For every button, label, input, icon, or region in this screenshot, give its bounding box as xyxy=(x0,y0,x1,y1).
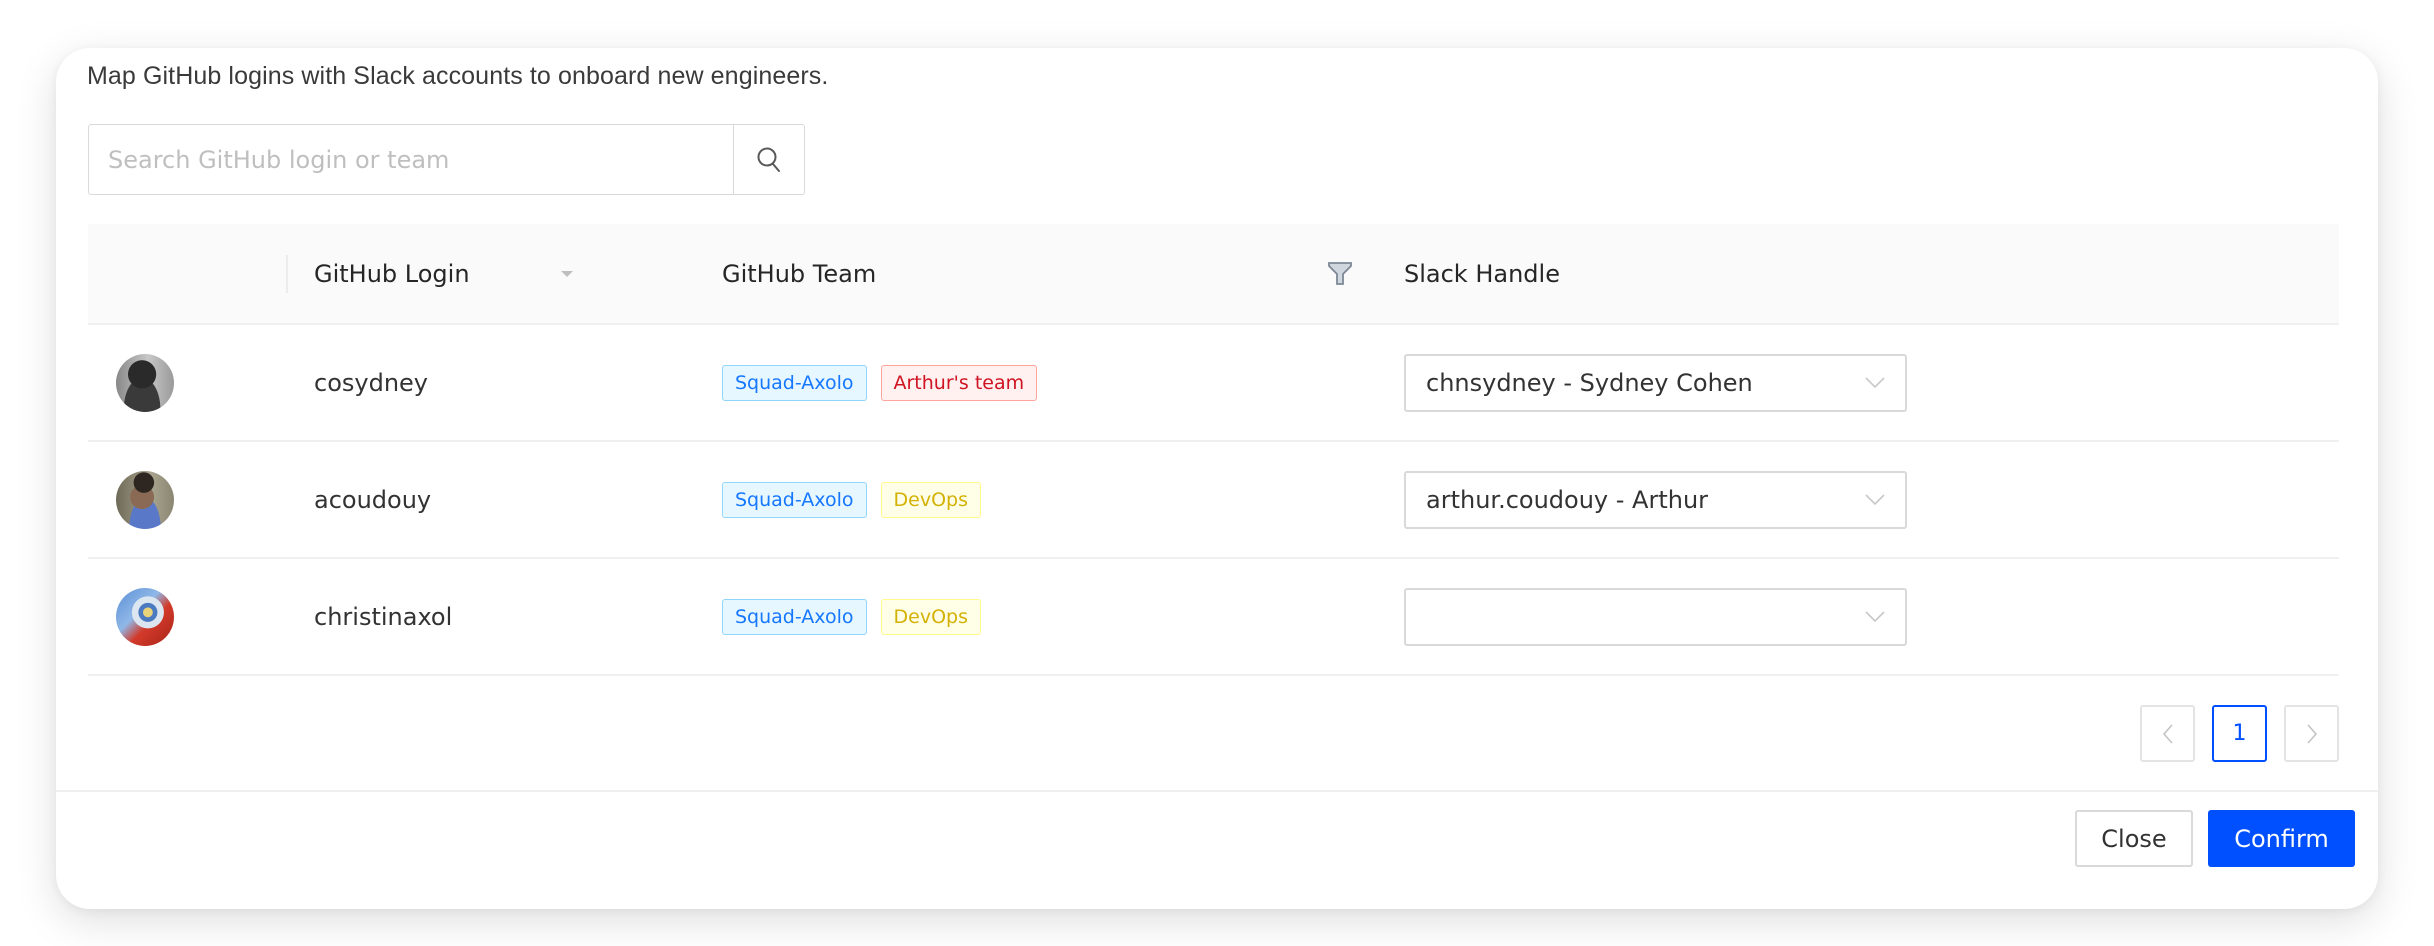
avatar xyxy=(116,587,174,646)
avatar xyxy=(116,470,174,529)
team-tag: Squad-Axolo xyxy=(722,481,867,518)
column-label: GitHub Login xyxy=(314,259,470,288)
filter-icon xyxy=(1328,261,1352,285)
select-value: chnsydney - Sydney Cohen xyxy=(1426,368,1753,397)
modal-description: Map GitHub logins with Slack accounts to… xyxy=(87,62,829,90)
search-button[interactable] xyxy=(733,125,804,194)
confirm-button[interactable]: Confirm xyxy=(2208,810,2355,867)
team-filter-button[interactable] xyxy=(1327,224,1353,323)
team-tags: Squad-Axolo Arthur's team xyxy=(722,325,1051,440)
page-1-button[interactable]: 1 xyxy=(2212,705,2267,762)
close-button[interactable]: Close xyxy=(2075,810,2193,867)
team-tags: Squad-Axolo DevOps xyxy=(722,442,995,557)
team-tag: Squad-Axolo xyxy=(722,598,867,635)
mapping-table: GitHub Login GitHub Team Slack Handle co… xyxy=(88,224,2339,676)
chevron-down-icon xyxy=(1865,493,1885,505)
table-row: acoudouy Squad-Axolo DevOps arthur.coudo… xyxy=(88,442,2339,559)
avatar xyxy=(116,353,174,412)
search-box xyxy=(88,124,805,195)
chevron-down-icon xyxy=(1865,610,1885,622)
sort-caret-down-icon[interactable] xyxy=(560,269,574,279)
github-login: christinaxol xyxy=(314,602,453,631)
table-row: christinaxol Squad-Axolo DevOps xyxy=(88,559,2339,676)
slack-handle-select[interactable]: arthur.coudouy - Arthur xyxy=(1404,470,1907,529)
github-login: acoudouy xyxy=(314,485,432,514)
chevron-right-icon xyxy=(2306,723,2317,744)
column-header-github-team: GitHub Team xyxy=(722,224,876,323)
column-divider xyxy=(286,255,288,293)
team-tags: Squad-Axolo DevOps xyxy=(722,559,995,674)
table-header: GitHub Login GitHub Team Slack Handle xyxy=(88,224,2339,325)
slack-handle-select[interactable] xyxy=(1404,587,1907,646)
table-row: cosydney Squad-Axolo Arthur's team chnsy… xyxy=(88,325,2339,442)
footer-divider xyxy=(56,790,2378,792)
team-tag: DevOps xyxy=(880,481,981,518)
column-header-slack-handle: Slack Handle xyxy=(1404,224,1560,323)
search-icon xyxy=(757,147,780,172)
prev-page-button[interactable] xyxy=(2140,705,2195,762)
mapping-modal: Map GitHub logins with Slack accounts to… xyxy=(56,48,2378,909)
pagination: 1 xyxy=(2140,705,2339,762)
chevron-down-icon xyxy=(1865,376,1885,388)
select-value: arthur.coudouy - Arthur xyxy=(1426,485,1709,514)
column-header-github-login[interactable]: GitHub Login xyxy=(314,224,574,323)
team-tag: Squad-Axolo xyxy=(722,364,867,401)
search-input[interactable] xyxy=(89,125,733,194)
team-tag: DevOps xyxy=(880,598,981,635)
next-page-button[interactable] xyxy=(2284,705,2339,762)
github-login: cosydney xyxy=(314,368,428,397)
chevron-left-icon xyxy=(2162,723,2173,744)
column-label: Slack Handle xyxy=(1404,259,1560,288)
slack-handle-select[interactable]: chnsydney - Sydney Cohen xyxy=(1404,353,1907,412)
column-label: GitHub Team xyxy=(722,259,877,288)
team-tag: Arthur's team xyxy=(880,364,1038,401)
